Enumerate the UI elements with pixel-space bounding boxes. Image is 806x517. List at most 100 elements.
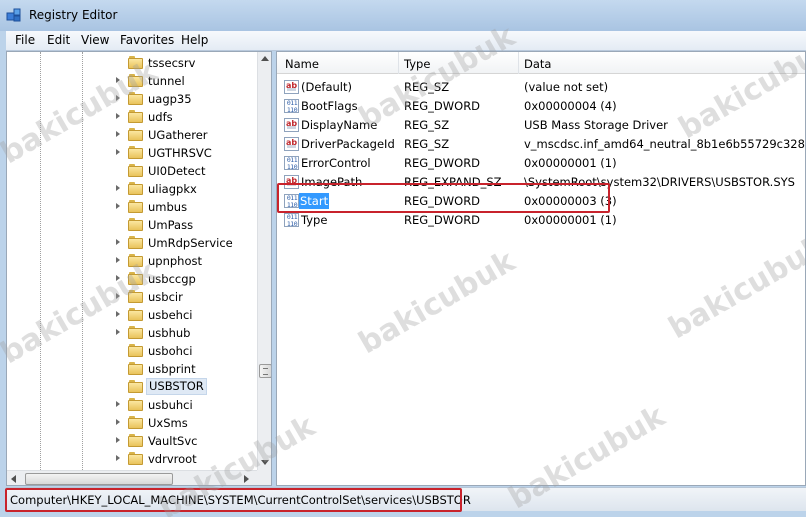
tree-item[interactable]: usbcir (7, 288, 257, 306)
column-data-header[interactable]: Data (524, 57, 551, 71)
expand-arrow-icon[interactable] (114, 130, 123, 139)
value-type: REG_SZ (404, 80, 450, 94)
tree-item[interactable]: tssecsrv (7, 54, 257, 72)
scroll-right-arrow-icon[interactable] (244, 475, 249, 483)
status-bar: Computer\HKEY_LOCAL_MACHINE\SYSTEM\Curre… (6, 487, 806, 511)
expand-arrow-icon[interactable] (114, 184, 123, 193)
value-row[interactable]: ab DriverPackageId REG_SZ v_mscdsc.inf_amd6… (277, 135, 805, 154)
scroll-left-arrow-icon[interactable] (11, 475, 16, 483)
tree-item[interactable]: usbohci (7, 342, 257, 360)
tree-item[interactable]: tunnel (7, 72, 257, 90)
value-row[interactable]: ab DisplayName REG_SZ USB Mass Storage Driv… (277, 116, 805, 135)
value-data: 0x00000001 (1) (524, 156, 617, 170)
scroll-thumb[interactable] (259, 364, 271, 378)
folder-icon (128, 182, 144, 195)
expand-arrow-icon[interactable] (114, 328, 123, 337)
value-row[interactable]: ab (Default) REG_SZ (value not set) (277, 78, 805, 97)
menu-help[interactable]: Help (181, 33, 208, 47)
expand-arrow-icon[interactable] (114, 454, 123, 463)
tree-item[interactable]: UGTHRSVC (7, 144, 257, 162)
value-row[interactable]: 011 110 Start REG_DWORD 0x00000003 (3) (277, 192, 805, 211)
tree-item[interactable]: usbprint (7, 360, 257, 378)
tree-item[interactable]: UmRdpService (7, 234, 257, 252)
scroll-down-arrow-icon[interactable] (261, 460, 269, 465)
menu-favorites[interactable]: Favorites (120, 33, 174, 47)
scroll-up-arrow-icon[interactable] (261, 56, 269, 61)
menu-edit[interactable]: Edit (47, 33, 70, 47)
value-row[interactable]: 011 110 Type REG_DWORD 0x00000001 (1) (277, 211, 805, 230)
expand-arrow-icon[interactable] (114, 292, 123, 301)
tree-item[interactable]: usbccgp (7, 270, 257, 288)
expand-arrow-icon[interactable] (114, 148, 123, 157)
value-data: 0x00000004 (4) (524, 99, 617, 113)
folder-icon (128, 434, 144, 447)
expand-arrow-icon[interactable] (114, 310, 123, 319)
value-name: DisplayName (301, 118, 378, 132)
expand-arrow-icon[interactable] (114, 418, 123, 427)
value-row[interactable]: ab ImagePath REG_EXPAND_SZ \SystemRoot\syst… (277, 173, 805, 192)
expand-arrow-icon[interactable] (114, 256, 123, 265)
expand-arrow-icon[interactable] (114, 400, 123, 409)
tree-item[interactable]: UmPass (7, 216, 257, 234)
menu-file[interactable]: File (15, 33, 35, 47)
column-separator[interactable] (398, 52, 399, 74)
binary-value-icon: 011 110 (284, 99, 299, 113)
key-tree-pane[interactable]: tssecsrv tunnel uagp35 udfs UGatherer UGTHRSV… (6, 51, 272, 486)
tree-horizontal-scrollbar[interactable] (7, 470, 271, 485)
column-separator[interactable] (518, 52, 519, 74)
expand-arrow-icon[interactable] (114, 238, 123, 247)
value-data: 0x00000001 (1) (524, 213, 617, 227)
folder-icon (128, 236, 144, 249)
expand-arrow-icon[interactable] (114, 274, 123, 283)
expand-arrow-icon[interactable] (114, 76, 123, 85)
tree-item[interactable]: UGatherer (7, 126, 257, 144)
value-row[interactable]: 011 110 ErrorControl REG_DWORD 0x00000001 (… (277, 154, 805, 173)
column-name-header[interactable]: Name (285, 57, 319, 71)
expand-arrow-icon[interactable] (114, 202, 123, 211)
value-type: REG_SZ (404, 118, 450, 132)
value-type: REG_EXPAND_SZ (404, 175, 502, 189)
folder-icon (128, 452, 144, 465)
menu-bar: File Edit View Favorites Help (6, 31, 806, 51)
title-bar[interactable]: Registry Editor (0, 0, 806, 31)
tree-item[interactable]: udfs (7, 108, 257, 126)
string-value-icon: ab (284, 80, 299, 94)
folder-icon (128, 56, 144, 69)
string-value-icon: ab (284, 118, 299, 132)
tree-item[interactable]: VaultSvc (7, 432, 257, 450)
folder-icon (128, 362, 144, 375)
tree-item[interactable]: usbehci (7, 306, 257, 324)
column-type-header[interactable]: Type (404, 57, 430, 71)
window-title: Registry Editor (29, 8, 118, 22)
tree-item[interactable]: UxSms (7, 414, 257, 432)
folder-icon (128, 308, 144, 321)
tree-item-label: UGTHRSVC (148, 146, 212, 160)
values-list-pane[interactable]: Name Type Data ab (Default) REG_SZ (value n… (276, 51, 806, 486)
menu-view[interactable]: View (81, 33, 109, 47)
key-path: Computer\HKEY_LOCAL_MACHINE\SYSTEM\Curre… (10, 493, 471, 507)
tree-vertical-scrollbar[interactable] (257, 52, 271, 470)
tree-item[interactable]: uagp35 (7, 90, 257, 108)
string-value-icon: ab (284, 175, 299, 189)
tree-item[interactable]: usbhub (7, 324, 257, 342)
value-data: 0x00000003 (3) (524, 194, 617, 208)
value-name: BootFlags (301, 99, 358, 113)
value-row[interactable]: 011 110 BootFlags REG_DWORD 0x00000004 (4) (277, 97, 805, 116)
value-type: REG_DWORD (404, 99, 481, 113)
value-name: Start (299, 193, 330, 209)
tree-item[interactable]: uliagpkx (7, 180, 257, 198)
tree-item[interactable]: upnphost (7, 252, 257, 270)
tree-item-label: upnphost (148, 254, 203, 268)
tree-item[interactable]: vdrvroot (7, 450, 257, 468)
scroll-thumb[interactable] (25, 473, 173, 485)
expand-arrow-icon[interactable] (114, 112, 123, 121)
tree-item[interactable]: USBSTOR (7, 378, 257, 396)
tree-item[interactable]: usbuhci (7, 396, 257, 414)
expand-arrow-icon[interactable] (114, 436, 123, 445)
value-name: Type (301, 213, 328, 227)
tree-item-label: usbccgp (148, 272, 196, 286)
expand-arrow-icon[interactable] (114, 94, 123, 103)
tree-item-label: usbhub (148, 326, 191, 340)
tree-item[interactable]: UI0Detect (7, 162, 257, 180)
tree-item[interactable]: umbus (7, 198, 257, 216)
